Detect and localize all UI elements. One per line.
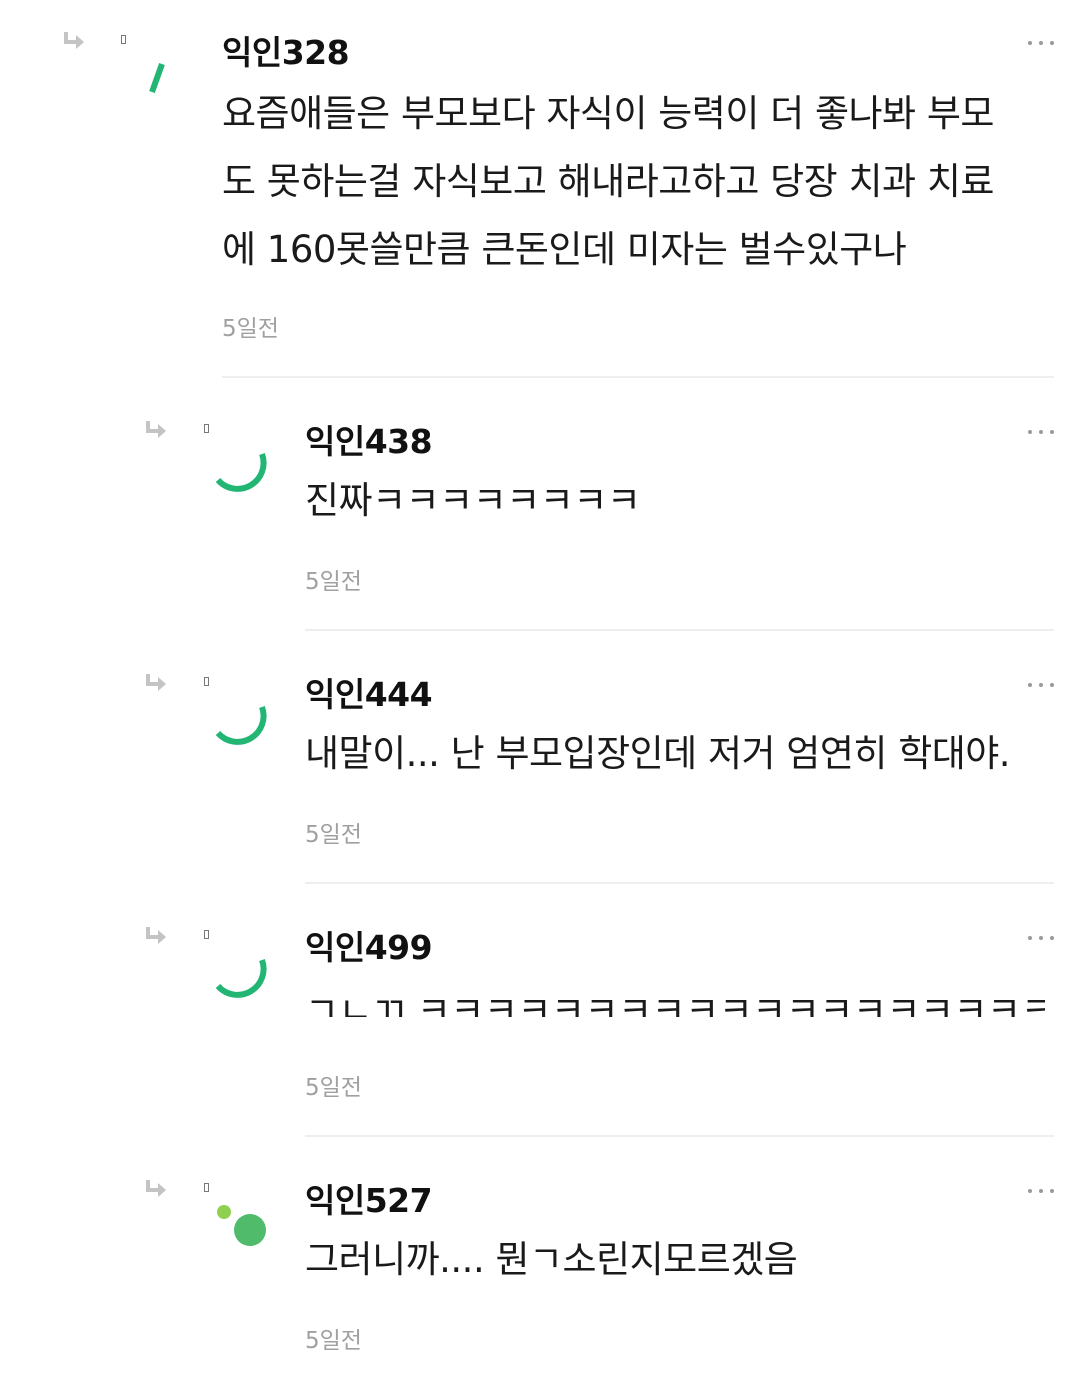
comment-body-line: 에 160못쓸만큼 큰돈인데 미자는 벌수있구나 bbox=[222, 228, 907, 271]
comment-body: 그러니까.... 뭔ㄱ소린지모르겠음 bbox=[305, 1238, 798, 1281]
user-mark-icon bbox=[204, 424, 209, 433]
avatar-dots-icon[interactable] bbox=[210, 1199, 274, 1263]
comment-author[interactable]: 익인527 bbox=[305, 1174, 433, 1222]
comment-body: ㄱㄴㄲ ㅋㅋㅋㅋㅋㅋㅋㅋㅋㅋㅋㅋㅋㅋㅋㅋㅋㅋㅋㅋㅋ bbox=[305, 989, 1045, 1017]
comment-body-line: 요즘애들은 부모보다 자식이 능력이 더 좋나봐 부모 bbox=[222, 92, 994, 135]
comment-timestamp: 5일전 bbox=[222, 316, 279, 342]
comment-timestamp: 5일전 bbox=[305, 1328, 362, 1354]
more-options-icon[interactable] bbox=[1028, 39, 1054, 47]
user-mark-icon bbox=[204, 1183, 209, 1192]
comment-body: 요즘애들은 부모보다 자식이 능력이 더 좋나봐 부모 도 못하는걸 자식보고 … bbox=[222, 80, 1042, 284]
reply-arrow-icon bbox=[146, 674, 166, 691]
comment-timestamp: 5일전 bbox=[305, 1075, 362, 1101]
reply-arrow-icon bbox=[146, 1180, 166, 1197]
loading-avatar-icon[interactable] bbox=[210, 440, 274, 504]
comment-body: 진짜ㅋㅋㅋㅋㅋㅋㅋㅋ bbox=[305, 479, 641, 522]
comment-author[interactable]: 익인444 bbox=[305, 668, 433, 716]
comment-author[interactable]: 익인499 bbox=[305, 921, 433, 969]
divider bbox=[305, 629, 1054, 631]
reply-arrow-icon bbox=[146, 927, 166, 944]
user-mark-icon bbox=[204, 930, 209, 939]
user-mark-icon bbox=[204, 677, 209, 686]
divider bbox=[305, 882, 1054, 884]
more-options-icon[interactable] bbox=[1028, 681, 1054, 689]
comment-timestamp: 5일전 bbox=[305, 569, 362, 595]
loading-avatar-icon[interactable] bbox=[210, 946, 274, 1010]
more-options-icon[interactable] bbox=[1028, 428, 1054, 436]
loading-avatar-icon[interactable] bbox=[210, 693, 274, 757]
comment-body-clip: ㄱㄴㄲ ㅋㅋㅋㅋㅋㅋㅋㅋㅋㅋㅋㅋㅋㅋㅋㅋㅋㅋㅋㅋㅋ bbox=[305, 973, 1045, 1017]
comment-timestamp: 5일전 bbox=[305, 822, 362, 848]
comment-body: 내말이... 난 부모입장인데 저거 엄연히 학대야. bbox=[305, 732, 1011, 775]
comment-author[interactable]: 익인438 bbox=[305, 415, 433, 463]
more-options-icon[interactable] bbox=[1028, 1187, 1054, 1195]
reply-arrow-icon bbox=[64, 32, 84, 49]
comment-author[interactable]: 익인328 bbox=[222, 26, 350, 74]
comment-body-line: 도 못하는걸 자식보고 해내라고하고 당장 치과 치료 bbox=[222, 160, 994, 203]
more-options-icon[interactable] bbox=[1028, 934, 1054, 942]
loading-avatar-icon[interactable] bbox=[138, 50, 202, 114]
divider bbox=[305, 1135, 1054, 1137]
divider bbox=[222, 376, 1054, 378]
user-mark-icon bbox=[121, 35, 126, 44]
reply-arrow-icon bbox=[146, 421, 166, 438]
